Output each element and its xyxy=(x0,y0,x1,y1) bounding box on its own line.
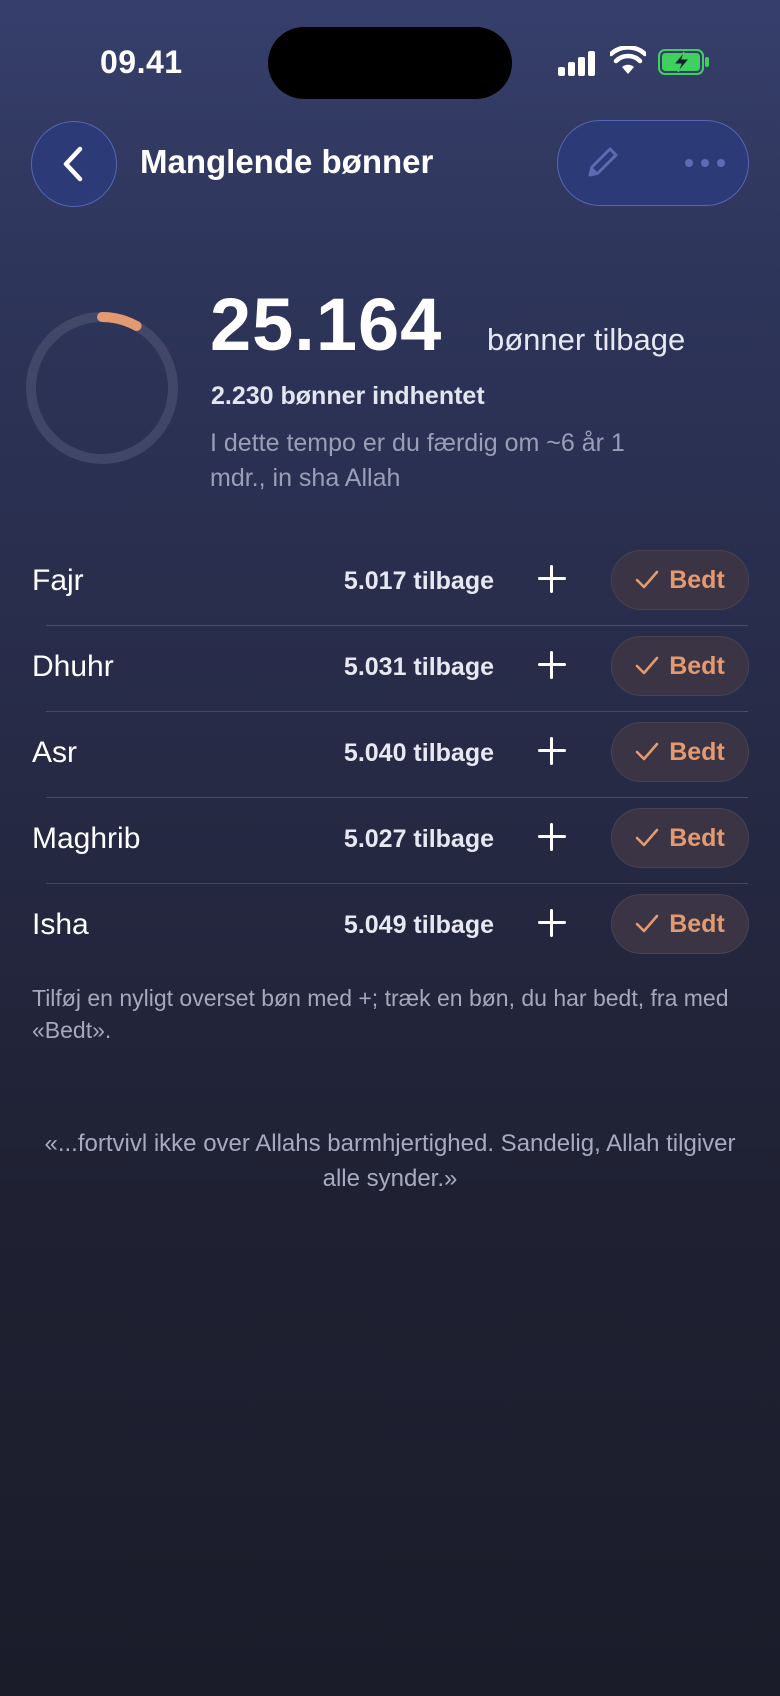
progress-ring xyxy=(26,312,178,464)
prayer-name: Maghrib xyxy=(32,822,141,855)
prayer-row-maghrib: Maghrib 5.027 tilbage Bedt xyxy=(0,798,780,884)
prayer-remaining: 5.049 tilbage xyxy=(343,911,494,939)
prayer-list: Fajr 5.017 tilbage Bedt Dhuhr 5.031 tilb… xyxy=(0,540,780,970)
header-actions xyxy=(557,120,749,206)
prayer-row-isha: Isha 5.049 tilbage Bedt xyxy=(0,884,780,970)
pencil-icon[interactable] xyxy=(582,143,622,183)
usage-hint: Tilføj en nyligt overset bøn med +; træk… xyxy=(32,985,729,1043)
pace-estimate: I dette tempo er du færdig om ~6 år 1 md… xyxy=(210,429,625,492)
bedt-button[interactable]: Bedt xyxy=(611,722,749,782)
plus-icon[interactable] xyxy=(536,735,568,767)
bedt-label: Bedt xyxy=(669,651,725,680)
checkmark-icon xyxy=(635,828,659,847)
more-dots-icon[interactable] xyxy=(684,157,726,169)
checkmark-icon xyxy=(635,914,659,933)
prayer-row-asr: Asr 5.040 tilbage Bedt xyxy=(0,712,780,798)
checkmark-icon xyxy=(635,570,659,589)
back-button[interactable] xyxy=(31,121,117,207)
remaining-suffix: bønner tilbage xyxy=(487,322,686,357)
bedt-label: Bedt xyxy=(669,823,725,852)
bedt-label: Bedt xyxy=(669,737,725,766)
prayer-remaining: 5.017 tilbage xyxy=(343,567,494,595)
plus-icon[interactable] xyxy=(536,907,568,939)
plus-icon[interactable] xyxy=(536,649,568,681)
prayer-remaining: 5.040 tilbage xyxy=(343,739,494,767)
bedt-button[interactable]: Bedt xyxy=(611,894,749,954)
prayer-row-fajr: Fajr 5.017 tilbage Bedt xyxy=(0,540,780,626)
bedt-label: Bedt xyxy=(669,909,725,938)
bedt-label: Bedt xyxy=(669,565,725,594)
prayer-name: Asr xyxy=(32,736,77,769)
plus-icon[interactable] xyxy=(536,563,568,595)
bedt-button[interactable]: Bedt xyxy=(611,636,749,696)
bedt-button[interactable]: Bedt xyxy=(611,808,749,868)
prayer-row-dhuhr: Dhuhr 5.031 tilbage Bedt xyxy=(0,626,780,712)
prayer-remaining: 5.027 tilbage xyxy=(343,825,494,853)
status-time: 09.41 xyxy=(100,44,183,80)
recovered-count: 2.230 bønner indhentet xyxy=(211,382,485,410)
prayer-remaining: 5.031 tilbage xyxy=(343,653,494,681)
prayer-name: Dhuhr xyxy=(32,650,114,683)
prayer-name: Fajr xyxy=(32,564,84,597)
bedt-button[interactable]: Bedt xyxy=(611,550,749,610)
wifi-icon xyxy=(610,46,646,74)
quran-quote: «...fortvivl ikke over Allahs barmhjerti… xyxy=(44,1130,736,1192)
checkmark-icon xyxy=(635,656,659,675)
battery-charging-icon xyxy=(658,49,709,75)
dynamic-island xyxy=(268,27,512,99)
prayer-name: Isha xyxy=(32,908,89,941)
remaining-count: 25.164 xyxy=(210,283,443,366)
back-chevron-icon xyxy=(63,146,83,182)
page-title: Manglende bønner xyxy=(140,143,434,180)
signal-icon xyxy=(558,50,598,76)
checkmark-icon xyxy=(635,742,659,761)
plus-icon[interactable] xyxy=(536,821,568,853)
